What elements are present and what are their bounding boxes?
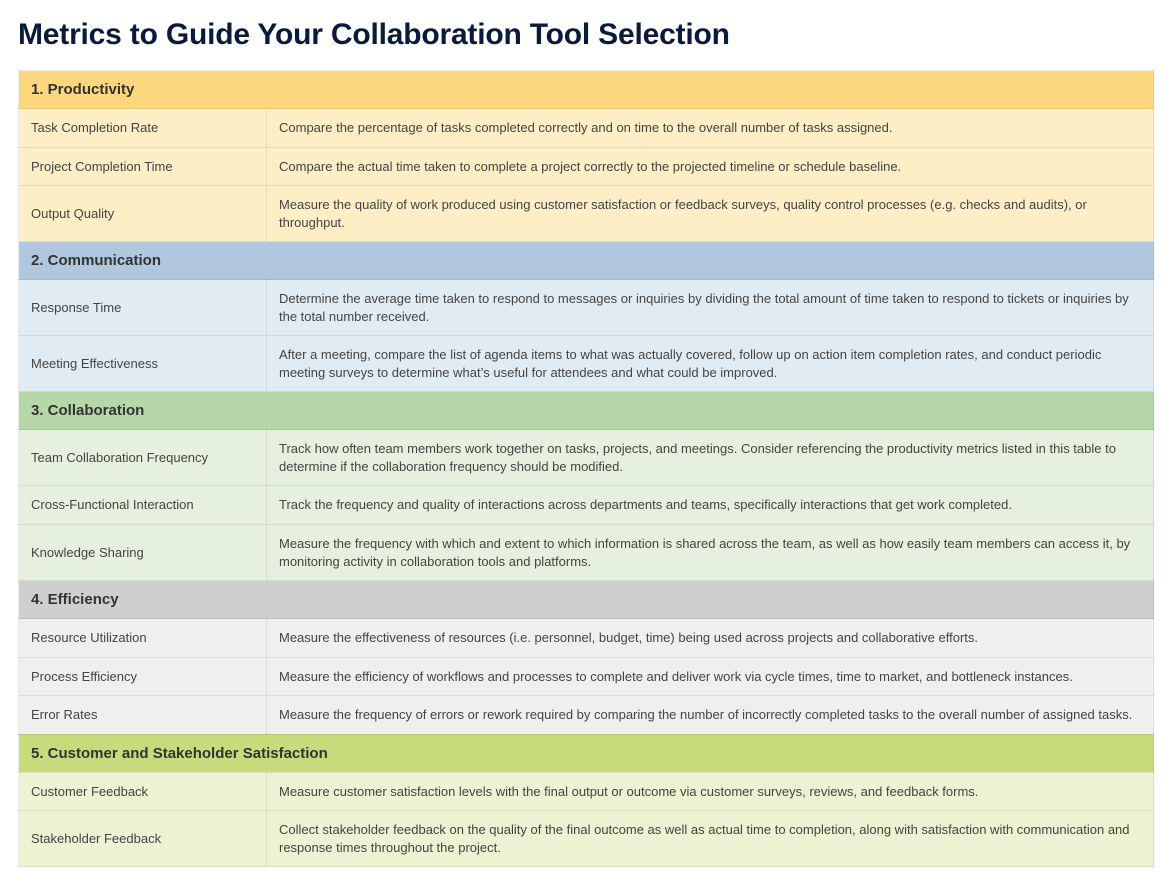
category-header: 4. Efficiency: [19, 581, 1154, 619]
category-header: 2. Communication: [19, 242, 1154, 280]
table-row: Knowledge SharingMeasure the frequency w…: [19, 525, 1154, 581]
metric-name: Process Efficiency: [19, 657, 267, 696]
category-header: 5. Customer and Stakeholder Satisfaction: [19, 734, 1154, 772]
table-row: Cross-Functional InteractionTrack the fr…: [19, 486, 1154, 525]
table-row: Output QualityMeasure the quality of wor…: [19, 186, 1154, 242]
metric-description: Track the frequency and quality of inter…: [267, 486, 1154, 525]
table-row: Resource UtilizationMeasure the effectiv…: [19, 619, 1154, 658]
metric-name: Knowledge Sharing: [19, 525, 267, 581]
category-header: 1. Productivity: [19, 71, 1154, 109]
metric-description: Measure the frequency with which and ext…: [267, 525, 1154, 581]
metric-description: Determine the average time taken to resp…: [267, 280, 1154, 336]
category-header: 3. Collaboration: [19, 392, 1154, 430]
metric-description: Compare the actual time taken to complet…: [267, 147, 1154, 186]
metric-name: Response Time: [19, 280, 267, 336]
metric-name: Team Collaboration Frequency: [19, 430, 267, 486]
metric-name: Project Completion Time: [19, 147, 267, 186]
table-row: Meeting EffectivenessAfter a meeting, co…: [19, 336, 1154, 392]
metric-name: Output Quality: [19, 186, 267, 242]
table-row: Error RatesMeasure the frequency of erro…: [19, 696, 1154, 735]
table-row: Response TimeDetermine the average time …: [19, 280, 1154, 336]
metric-name: Customer Feedback: [19, 772, 267, 811]
metric-description: Measure the frequency of errors or rewor…: [267, 696, 1154, 735]
table-row: Team Collaboration FrequencyTrack how of…: [19, 430, 1154, 486]
metrics-table: 1. ProductivityTask Completion RateCompa…: [18, 70, 1154, 867]
metric-description: After a meeting, compare the list of age…: [267, 336, 1154, 392]
metric-description: Collect stakeholder feedback on the qual…: [267, 811, 1154, 867]
metric-description: Measure customer satisfaction levels wit…: [267, 772, 1154, 811]
metric-description: Track how often team members work togeth…: [267, 430, 1154, 486]
table-row: Customer FeedbackMeasure customer satisf…: [19, 772, 1154, 811]
table-row: Stakeholder FeedbackCollect stakeholder …: [19, 811, 1154, 867]
table-row: Project Completion TimeCompare the actua…: [19, 147, 1154, 186]
metric-description: Measure the effectiveness of resources (…: [267, 619, 1154, 658]
metric-name: Task Completion Rate: [19, 109, 267, 148]
metric-name: Error Rates: [19, 696, 267, 735]
table-row: Process EfficiencyMeasure the efficiency…: [19, 657, 1154, 696]
metric-description: Measure the efficiency of workflows and …: [267, 657, 1154, 696]
metric-description: Measure the quality of work produced usi…: [267, 186, 1154, 242]
metric-name: Resource Utilization: [19, 619, 267, 658]
table-row: Task Completion RateCompare the percenta…: [19, 109, 1154, 148]
metric-name: Cross-Functional Interaction: [19, 486, 267, 525]
page-title: Metrics to Guide Your Collaboration Tool…: [18, 18, 1154, 52]
metric-name: Meeting Effectiveness: [19, 336, 267, 392]
metric-description: Compare the percentage of tasks complete…: [267, 109, 1154, 148]
metric-name: Stakeholder Feedback: [19, 811, 267, 867]
